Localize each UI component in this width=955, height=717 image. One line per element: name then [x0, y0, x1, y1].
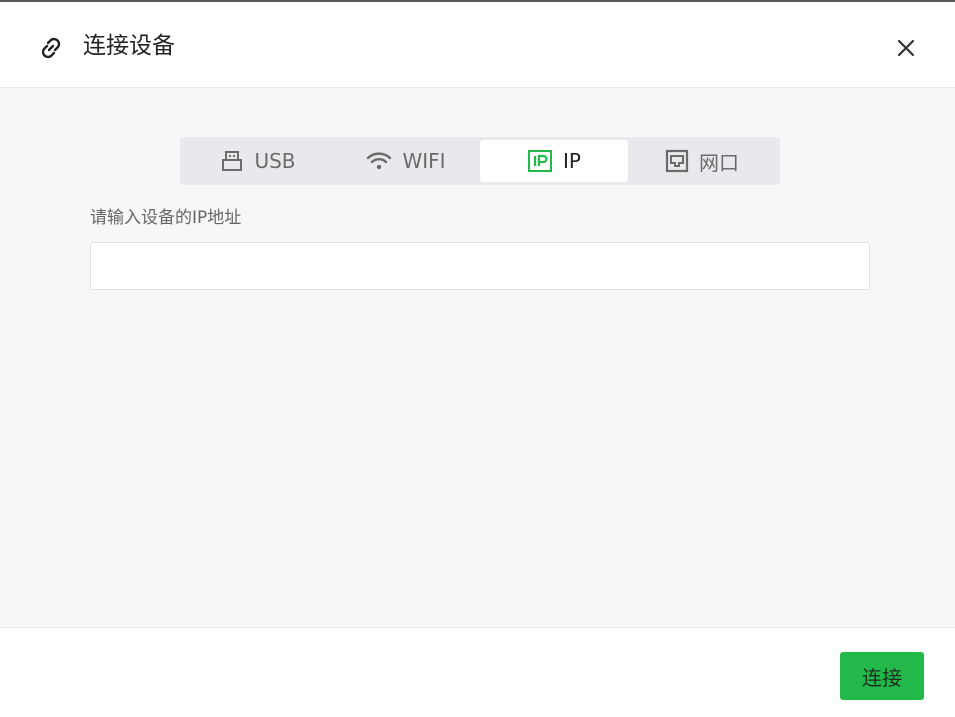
connect-device-dialog: 连接设备 USB WIFI IP 网口 请输入设备的IP地址 连接	[0, 0, 955, 717]
tab-usb[interactable]: USB	[184, 140, 332, 182]
tab-ethernet[interactable]: 网口	[628, 140, 776, 182]
tab-ip[interactable]: IP	[480, 140, 628, 182]
link-icon	[37, 34, 65, 62]
dialog-header: 连接设备	[0, 4, 955, 88]
dialog-title: 连接设备	[83, 33, 175, 59]
dialog-body: USB WIFI IP 网口 请输入设备的IP地址	[0, 88, 955, 627]
connection-type-tabs: USB WIFI IP 网口	[180, 137, 780, 185]
tab-label: 网口	[699, 150, 739, 175]
ip-icon	[527, 149, 553, 173]
ip-address-input[interactable]	[90, 242, 870, 290]
usb-icon	[220, 149, 244, 173]
ethernet-port-icon	[665, 149, 689, 173]
tab-label: WIFI	[402, 149, 446, 173]
wifi-icon	[366, 149, 392, 173]
tab-label: IP	[563, 149, 581, 173]
tab-label: USB	[254, 149, 296, 173]
dialog-footer: 连接	[0, 627, 955, 717]
close-icon[interactable]	[893, 35, 919, 61]
connect-button[interactable]: 连接	[840, 652, 924, 700]
tab-wifi[interactable]: WIFI	[332, 140, 480, 182]
ip-field-label: 请输入设备的IP地址	[90, 208, 242, 228]
